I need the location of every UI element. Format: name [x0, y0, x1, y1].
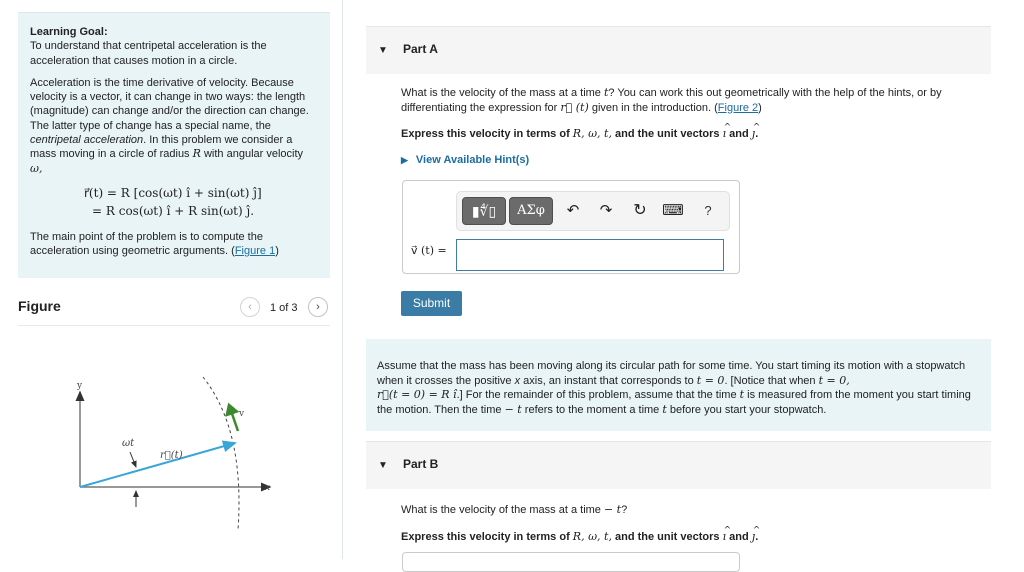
answer-panel: ▮∜▯ ΑΣφ ↶ ↷ ↻ ⌨ ? v⃗ (t) = — [402, 180, 740, 274]
y-axis-label: y — [76, 381, 83, 391]
assume-text: . [Notice that when — [724, 374, 819, 387]
part-a-question: What is the velocity of the mass at a ti… — [401, 86, 981, 115]
unit-vector-i: ı — [723, 121, 731, 142]
var-omega: ω, — [30, 161, 43, 175]
view-hints-toggle[interactable]: ▶ View Available Hint(s) — [401, 154, 529, 166]
velocity-label: v — [238, 409, 245, 419]
question-text: ? — [621, 504, 628, 516]
figure-2-link[interactable]: Figure 2 — [718, 102, 758, 114]
math-minus-t: − t — [504, 402, 522, 416]
intro-text: The main point of the problem is to comp… — [30, 230, 263, 258]
math-t-zero: t = 0, — [818, 373, 850, 387]
answer-label: v⃗ (t) = — [411, 244, 447, 257]
instruction-text: and the unit vectors — [611, 128, 723, 140]
question-text: ) — [758, 101, 762, 114]
intro-panel: Learning Goal: To understand that centri… — [18, 12, 330, 278]
omega-t-label: ωt — [122, 438, 135, 449]
part-b-answer-panel — [402, 552, 740, 572]
greek-symbols-button[interactable]: ΑΣφ — [509, 197, 553, 225]
equation-line-2: = R cos(ωt) î + R sin(ωt) ĵ. — [92, 203, 255, 218]
assume-text: .] For the remainder of this problem, as… — [456, 389, 740, 401]
help-icon[interactable]: ? — [697, 200, 719, 222]
left-column: Learning Goal: To understand that centri… — [0, 0, 343, 559]
radius-vector — [79, 440, 237, 488]
x-axis-label: x — [265, 483, 270, 493]
answer-input[interactable] — [456, 239, 724, 271]
instruction-vars: R, ω, t, — [572, 127, 612, 140]
figure-counter: 1 of 3 — [270, 302, 298, 314]
var-r-vector: r⃗ (t) — [560, 100, 589, 114]
learning-goal-title: Learning Goal: — [30, 26, 108, 38]
position-equation: r⃗(t) = R [cos(ωt) î + sin(ωt) ĵ] = R co… — [30, 184, 318, 220]
part-a-header[interactable]: ▼ Part A — [366, 26, 991, 74]
assume-text: axis, an instant that corresponds to — [520, 374, 697, 387]
unit-vector-j: ȷ — [752, 121, 762, 142]
collapse-triangle-icon[interactable]: ▼ — [378, 460, 388, 471]
assumption-panel: Assume that the mass has been moving alo… — [366, 339, 991, 431]
part-b-title: Part B — [403, 457, 439, 471]
figure-1-link[interactable]: Figure 1 — [235, 245, 275, 257]
equation-line-1: r⃗(t) = R [cos(ωt) î + sin(ωt) ĵ] — [84, 185, 262, 200]
part-b-instruction: Express this velocity in terms of R, ω, … — [401, 524, 981, 545]
intro-emphasis: centripetal acceleration — [30, 134, 144, 147]
undo-icon[interactable]: ↶ — [562, 200, 584, 222]
hints-label: View Available Hint(s) — [415, 154, 530, 166]
part-b-question: What is the velocity of the mass at a ti… — [401, 503, 981, 518]
omega-t-pointer — [129, 451, 137, 468]
instruction-text: Express this velocity in terms of — [401, 128, 573, 140]
unit-vector-j: ȷ — [752, 524, 762, 545]
reset-icon[interactable]: ↻ — [629, 200, 651, 222]
figure-header: Figure ‹ 1 of 3 › — [18, 293, 330, 326]
question-text: What is the velocity of the mass at a ti… — [401, 87, 604, 99]
math-minus-t: − t — [603, 503, 622, 516]
instruction-vars: R, ω, t, — [572, 530, 612, 543]
unit-vector-i: ı — [723, 524, 731, 545]
math-toolbar: ▮∜▯ ΑΣφ ↶ ↷ ↻ ⌨ ? — [456, 191, 730, 231]
next-figure-button[interactable]: › — [308, 297, 328, 317]
circular-path — [202, 376, 240, 531]
previous-figure-button[interactable]: ‹ — [240, 297, 260, 317]
part-a-instruction: Express this velocity in terms of R, ω, … — [401, 121, 981, 142]
assume-text: before you start your stopwatch. — [666, 403, 827, 416]
figure-diagram: y x v ωt r⃗(t) — [75, 376, 272, 531]
learning-goal-text: To understand that centripetal accelerat… — [30, 40, 267, 67]
math-t-zero: t = 0 — [696, 373, 725, 387]
intro-text: with angular velocity — [200, 148, 304, 161]
figure-title: Figure — [18, 298, 61, 314]
part-a-title: Part A — [403, 42, 438, 56]
intro-text: ) — [275, 245, 279, 258]
var-R: R — [192, 147, 201, 161]
part-b-header[interactable]: ▼ Part B — [366, 441, 991, 489]
templates-button[interactable]: ▮∜▯ — [462, 197, 506, 225]
question-text: What is the velocity of the mass at a ti… — [401, 504, 604, 516]
math-r-zero: r⃗(t = 0) = R î — [377, 388, 457, 401]
velocity-vector — [225, 402, 240, 432]
intro-paragraph-2: The main point of the problem is to comp… — [30, 230, 318, 259]
collapse-triangle-icon[interactable]: ▼ — [378, 45, 388, 56]
instruction-text: Express this velocity in terms of — [401, 531, 573, 543]
redo-icon[interactable]: ↷ — [595, 200, 617, 222]
question-text: given in the introduction. ( — [588, 101, 718, 114]
assume-text: refers to the moment a time — [521, 403, 663, 416]
submit-button[interactable]: Submit — [401, 291, 462, 316]
instruction-text: and the unit vectors — [611, 531, 723, 543]
keyboard-icon[interactable]: ⌨ — [662, 200, 684, 222]
r-t-label: r⃗(t) — [160, 450, 183, 461]
expand-triangle-icon: ▶ — [401, 155, 408, 165]
intro-text: Acceleration is the time derivative of v… — [30, 76, 309, 132]
intro-paragraph: Acceleration is the time derivative of v… — [30, 76, 318, 176]
